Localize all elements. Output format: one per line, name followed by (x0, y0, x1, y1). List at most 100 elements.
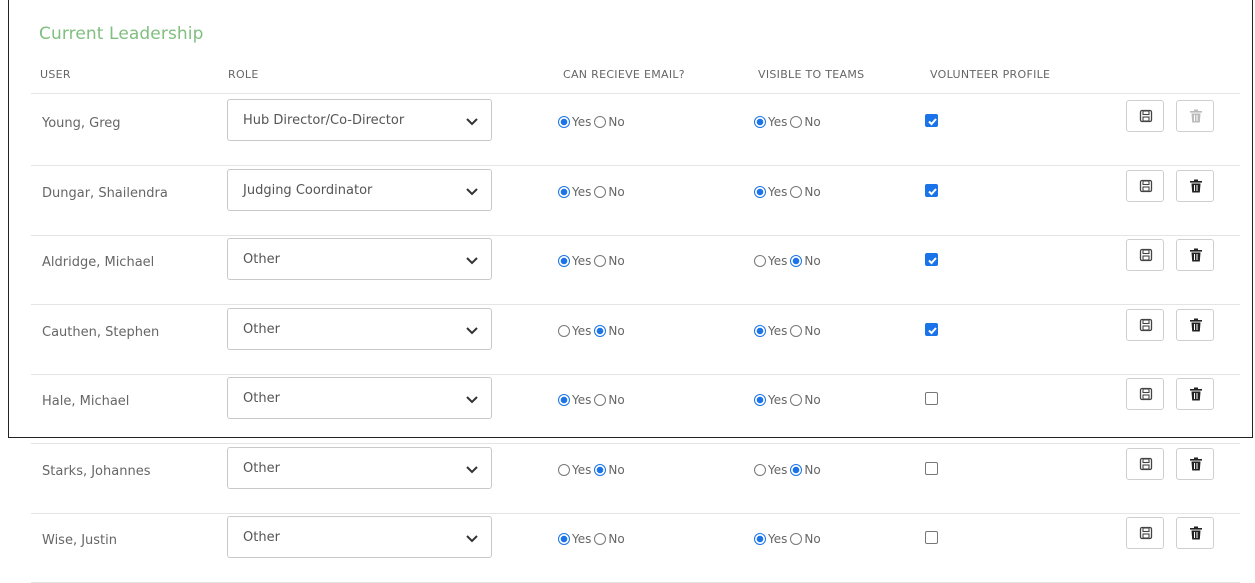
email-no-radio[interactable] (594, 463, 607, 476)
email-yes-radio[interactable] (558, 324, 570, 337)
email-yes-radio[interactable] (558, 255, 570, 267)
role-select[interactable]: Other (227, 516, 492, 558)
email-no-radio[interactable] (594, 185, 607, 198)
email-radio-group: Yes No (558, 254, 628, 268)
visible-yes-radio[interactable] (754, 324, 766, 337)
email-no-radio[interactable] (594, 255, 607, 267)
chevron-down-icon (465, 113, 479, 127)
visible-no-label: No (804, 393, 821, 407)
delete-button[interactable] (1176, 447, 1214, 480)
email-yes-label: Yes (572, 462, 592, 477)
email-yes-label: Yes (572, 532, 592, 546)
save-button[interactable] (1126, 447, 1164, 480)
email-no-radio[interactable] (594, 394, 607, 406)
visible-no-radio[interactable] (790, 394, 803, 406)
email-no-radio[interactable] (594, 533, 607, 545)
chevron-down-icon (465, 252, 479, 266)
email-yes-label: Yes (572, 254, 592, 268)
visible-yes-radio[interactable] (754, 116, 766, 128)
email-no-label: No (608, 254, 625, 268)
section-title: Current Leadership (39, 24, 204, 44)
table-row: Starks, Johannes Other Yes No Yes No (31, 444, 1240, 514)
table-row: Dungar, Shailendra Judging Coordinator Yes… (31, 166, 1240, 236)
visible-yes-radio[interactable] (754, 185, 766, 198)
volunteer-profile-checkbox[interactable] (925, 322, 938, 336)
header-divider (31, 93, 1240, 94)
column-header-role: ROLE (228, 68, 259, 81)
save-button[interactable] (1126, 100, 1164, 132)
visible-yes-radio[interactable] (754, 394, 766, 406)
chevron-down-icon (465, 322, 479, 336)
column-header-user: USER (40, 68, 71, 81)
role-select[interactable]: Other (227, 238, 492, 280)
delete-button[interactable] (1176, 517, 1214, 549)
visible-radio-group: Yes No (754, 185, 824, 199)
email-yes-radio[interactable] (558, 116, 570, 128)
table-row: Aldridge, Michael Other Yes No Yes No (31, 235, 1240, 305)
email-no-radio[interactable] (594, 324, 607, 337)
column-header-volunteer: VOLUNTEER PROFILE (930, 68, 1051, 81)
volunteer-profile-checkbox[interactable] (925, 531, 938, 544)
visible-yes-radio[interactable] (754, 533, 766, 545)
save-button[interactable] (1126, 378, 1164, 410)
visible-radio-group: Yes No (754, 324, 824, 338)
email-radio-group: Yes No (558, 393, 628, 407)
email-yes-radio[interactable] (558, 394, 570, 406)
visible-radio-group: Yes No (754, 254, 824, 268)
save-button[interactable] (1126, 517, 1164, 549)
save-button[interactable] (1126, 169, 1164, 202)
save-button[interactable] (1126, 239, 1164, 271)
visible-no-radio[interactable] (790, 533, 803, 545)
role-select[interactable]: Other (227, 307, 492, 350)
delete-button[interactable] (1176, 169, 1214, 202)
email-yes-radio[interactable] (558, 533, 570, 545)
role-select[interactable]: Judging Coordinator (227, 168, 492, 211)
email-no-label: No (608, 462, 625, 477)
email-no-label: No (608, 323, 625, 338)
column-header-email: CAN RECIEVE EMAIL? (563, 68, 685, 81)
role-select-value: Other (243, 530, 280, 545)
table-row: Cauthen, Stephen Other Yes No Yes No (31, 305, 1240, 375)
delete-button[interactable] (1176, 378, 1214, 410)
delete-button[interactable] (1176, 239, 1214, 271)
email-yes-radio[interactable] (558, 463, 570, 476)
visible-radio-group: Yes No (754, 115, 824, 129)
visible-no-radio[interactable] (790, 324, 803, 337)
visible-no-radio[interactable] (790, 185, 803, 198)
email-yes-radio[interactable] (558, 185, 570, 198)
visible-yes-radio[interactable] (754, 255, 766, 267)
save-button[interactable] (1126, 308, 1164, 341)
email-no-label: No (608, 115, 625, 129)
volunteer-profile-checkbox[interactable] (925, 253, 938, 266)
visible-no-radio[interactable] (790, 116, 803, 128)
visible-yes-label: Yes (768, 462, 788, 477)
role-select[interactable]: Hub Director/Co-Director (227, 99, 492, 141)
role-select[interactable]: Other (227, 377, 492, 419)
email-radio-group: Yes No (558, 324, 628, 338)
table-row: Young, Greg Hub Director/Co-Director Yes No… (31, 96, 1240, 166)
role-select[interactable]: Other (227, 446, 492, 489)
email-radio-group: Yes No (558, 532, 628, 546)
email-radio-group: Yes No (558, 463, 628, 477)
email-yes-label: Yes (572, 184, 592, 199)
volunteer-profile-checkbox[interactable] (925, 461, 938, 475)
user-name: Cauthen, Stephen (42, 324, 160, 340)
visible-yes-label: Yes (768, 184, 788, 199)
role-select-value: Judging Coordinator (243, 182, 373, 198)
volunteer-profile-checkbox[interactable] (925, 183, 938, 197)
volunteer-profile-checkbox[interactable] (925, 392, 938, 405)
role-select-value: Hub Director/Co-Director (243, 113, 405, 128)
visible-no-radio[interactable] (790, 255, 803, 267)
table-row: Wise, Justin Other Yes No Yes No (31, 513, 1240, 583)
visible-no-label: No (804, 532, 821, 546)
visible-no-radio[interactable] (790, 463, 803, 476)
email-no-radio[interactable] (594, 116, 607, 128)
role-select-value: Other (243, 391, 280, 406)
email-radio-group: Yes No (558, 185, 628, 199)
delete-button[interactable] (1176, 308, 1214, 341)
visible-yes-radio[interactable] (754, 463, 766, 476)
role-select-value: Other (243, 460, 280, 476)
chevron-down-icon (465, 530, 479, 544)
column-header-visible: VISIBLE TO TEAMS (758, 68, 865, 81)
volunteer-profile-checkbox[interactable] (925, 114, 938, 127)
